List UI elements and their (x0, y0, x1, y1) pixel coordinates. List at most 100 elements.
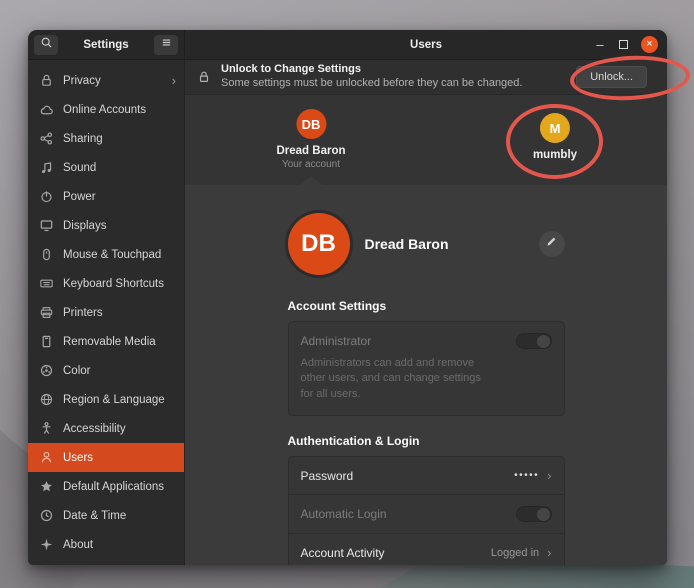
search-button[interactable] (34, 35, 58, 55)
sidebar-item-default-applications[interactable]: Default Applications (28, 472, 184, 501)
star-icon (39, 479, 54, 494)
sidebar-item-label: About (63, 539, 93, 551)
chevron-right-icon: › (172, 73, 176, 88)
sidebar-item-accessibility[interactable]: Accessibility (28, 414, 184, 443)
toggle-knob (537, 335, 550, 348)
sidebar-item-label: Sharing (63, 133, 103, 145)
clock-icon (39, 508, 54, 523)
sidebar-item-label: Removable Media (63, 336, 156, 348)
carousel-user-dread-baron[interactable]: DBDread BaronYour account (276, 109, 345, 170)
sidebar-item-label: Displays (63, 220, 106, 232)
color-icon (39, 363, 54, 378)
app-title: Settings (58, 39, 154, 51)
mouse-icon (39, 247, 54, 262)
sidebar: Privacy› Online Accounts Sharing Sound Power… (28, 60, 185, 565)
sidebar-item-region-language[interactable]: Region & Language (28, 385, 184, 414)
sidebar-item-label: Default Applications (63, 481, 164, 493)
sidebar-item-label: Online Accounts (63, 104, 146, 116)
infobar-title: Unlock to Change Settings (221, 63, 522, 77)
close-button[interactable]: × (641, 36, 658, 53)
carousel-user-mumbly[interactable]: Mmumbly (533, 113, 577, 161)
minimize-button[interactable]: – (594, 39, 606, 51)
keyboard-icon (39, 276, 54, 291)
authentication-card: Password•••••›Automatic LoginAccount Act… (288, 456, 565, 565)
section-title-authentication: Authentication & Login (288, 434, 565, 448)
user-avatar: DB (296, 109, 326, 139)
edit-name-button[interactable] (539, 231, 565, 257)
user-carousel: DBDread BaronYour accountMmumbly (185, 95, 667, 185)
automatic-login-toggle[interactable] (516, 506, 552, 522)
pencil-icon (545, 235, 558, 253)
unlock-button[interactable]: Unlock... (576, 66, 647, 88)
administrator-description: Administrators can add and remove other … (301, 356, 552, 402)
sidebar-item-color[interactable]: Color (28, 356, 184, 385)
search-icon (40, 36, 53, 54)
chevron-right-icon: › (547, 545, 551, 560)
sidebar-item-displays[interactable]: Displays (28, 211, 184, 240)
toggle-knob (537, 508, 550, 521)
printer-icon (39, 305, 54, 320)
sidebar-item-label: Region & Language (63, 394, 165, 406)
sidebar-item-date-time[interactable]: Date & Time (28, 501, 184, 530)
users-panel: Unlock to Change Settings Some settings … (185, 60, 667, 565)
section-title-account-settings: Account Settings (288, 299, 565, 313)
sidebar-item-label: Power (63, 191, 96, 203)
sidebar-item-power[interactable]: Power (28, 182, 184, 211)
about-icon (39, 537, 54, 552)
lock-icon (197, 70, 211, 84)
auth-row-account-activity[interactable]: Account ActivityLogged in› (289, 533, 564, 565)
sidebar-headerbar: Settings (28, 30, 185, 59)
avatar[interactable]: DB (288, 213, 350, 275)
sidebar-item-label: Mouse & Touchpad (63, 249, 161, 261)
menu-button[interactable] (154, 35, 178, 55)
maximize-button[interactable] (619, 40, 628, 49)
profile-row: DB Dread Baron (288, 213, 565, 275)
close-icon: × (646, 39, 652, 50)
auth-row-value: Logged in (491, 547, 539, 559)
sidebar-item-mouse-touchpad[interactable]: Mouse & Touchpad (28, 240, 184, 269)
auth-row-automatic-login[interactable]: Automatic Login (289, 494, 564, 533)
selected-user-pointer (300, 176, 322, 185)
sound-icon (39, 160, 54, 175)
power-icon (39, 189, 54, 204)
share-icon (39, 131, 54, 146)
sidebar-item-printers[interactable]: Printers (28, 298, 184, 327)
auth-row-label: Automatic Login (301, 507, 387, 521)
infobar-text: Unlock to Change Settings Some settings … (221, 63, 522, 91)
globe-icon (39, 392, 54, 407)
auth-row-value: ••••• (514, 470, 539, 481)
user-name: Dread Baron (276, 145, 345, 157)
sidebar-item-privacy[interactable]: Privacy› (28, 66, 184, 95)
sidebar-item-sharing[interactable]: Sharing (28, 124, 184, 153)
auth-row-password[interactable]: Password ••••• › (289, 457, 564, 494)
hamburger-menu-icon (160, 36, 173, 54)
sidebar-item-removable-media[interactable]: Removable Media (28, 327, 184, 356)
maximize-icon (619, 40, 628, 49)
sidebar-item-keyboard-shortcuts[interactable]: Keyboard Shortcuts (28, 269, 184, 298)
sidebar-item-label: Users (63, 452, 93, 464)
sidebar-item-label: Printers (63, 307, 103, 319)
chevron-right-icon: › (547, 468, 551, 483)
auth-row-label: Password (301, 469, 354, 483)
sidebar-item-label: Sound (63, 162, 96, 174)
sidebar-item-sound[interactable]: Sound (28, 153, 184, 182)
window-controls: – × (594, 36, 667, 53)
main-headerbar: Users – × (185, 30, 667, 59)
display-icon (39, 218, 54, 233)
removable-icon (39, 334, 54, 349)
sidebar-item-users[interactable]: Users (28, 443, 184, 472)
cloud-icon (39, 102, 54, 117)
sidebar-item-label: Accessibility (63, 423, 126, 435)
sidebar-item-online-accounts[interactable]: Online Accounts (28, 95, 184, 124)
settings-window: Settings Users – × Privacy› Online Accoun… (28, 30, 667, 565)
profile-name: Dread Baron (365, 236, 449, 252)
user-avatar: M (540, 113, 570, 143)
titlebar: Settings Users – × (28, 30, 667, 60)
sidebar-item-about[interactable]: About (28, 530, 184, 559)
user-icon (39, 450, 54, 465)
accessibility-icon (39, 421, 54, 436)
content-area: DB Dread Baron Account Settings Administ… (185, 185, 667, 565)
sidebar-item-label: Date & Time (63, 510, 126, 522)
sidebar-item-label: Color (63, 365, 90, 377)
administrator-toggle[interactable] (516, 333, 552, 349)
